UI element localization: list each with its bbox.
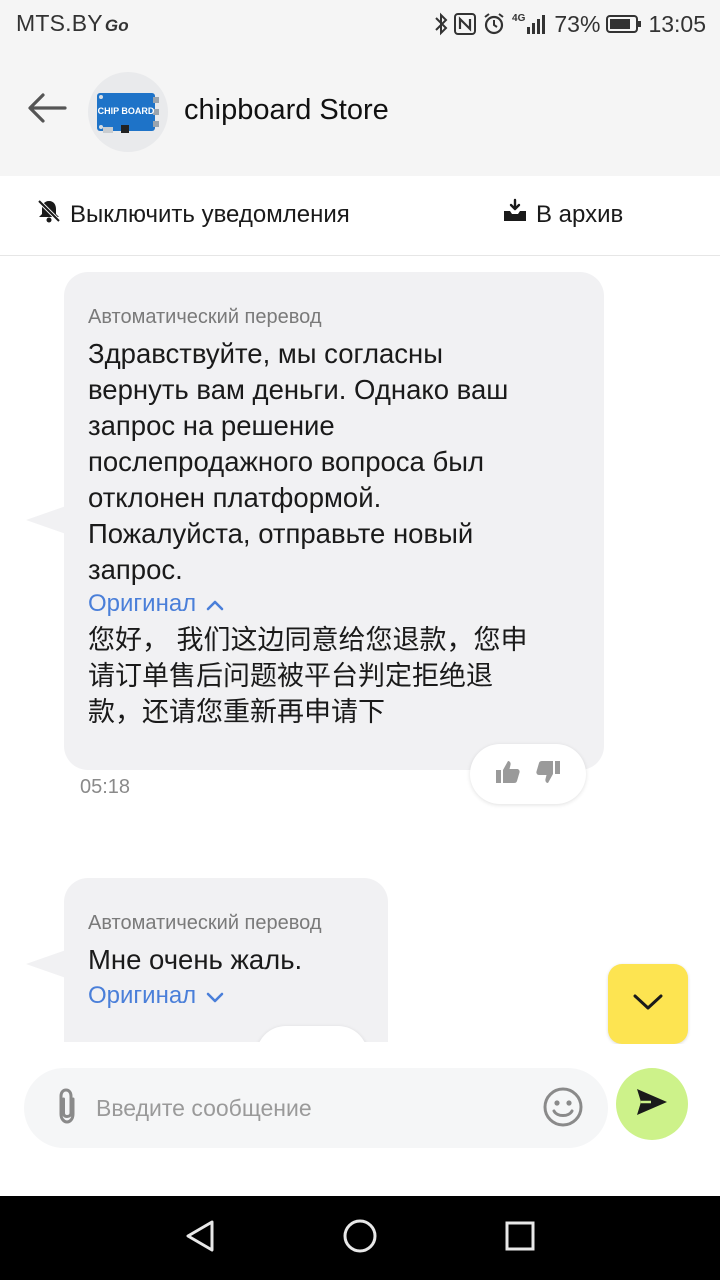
original-link-label: Оригинал <box>88 590 197 617</box>
auto-translate-label: Автоматический перевод <box>88 306 322 328</box>
text-line: запрос. <box>88 554 183 585</box>
message-rating <box>470 744 586 804</box>
emoji-button[interactable] <box>540 1086 586 1132</box>
send-button[interactable] <box>616 1068 688 1140</box>
original-text: 您好， 我们这边同意给您退款，您申 请订单售后问题被平台判定拒绝退 款，还请您重… <box>88 622 528 730</box>
original-toggle[interactable]: Оригинал <box>88 590 224 618</box>
send-icon <box>635 1087 669 1122</box>
chevron-up-icon <box>206 590 224 618</box>
thumbs-up-icon <box>281 1042 305 1043</box>
network-type: 4G <box>512 13 526 24</box>
smiley-icon <box>542 1086 584 1133</box>
thumbs-down-icon <box>319 1042 343 1043</box>
alarm-icon <box>482 12 506 36</box>
message-rating <box>256 1026 368 1042</box>
translated-text: Здравствуйте, мы согласны вернуть вам де… <box>88 336 508 588</box>
arrow-left-icon <box>27 92 67 129</box>
carrier-name: MTS.BY <box>16 10 103 36</box>
thumbs-down-icon <box>535 759 561 790</box>
bubble-tail <box>26 506 66 534</box>
nav-recents-button[interactable] <box>500 1218 540 1258</box>
message-list[interactable]: Автоматический перевод Здравствуйте, мы … <box>0 256 720 1042</box>
original-link-label: Оригинал <box>88 982 197 1009</box>
archive-icon <box>502 198 528 231</box>
bluetooth-icon <box>434 12 448 36</box>
triangle-back-icon <box>184 1219 216 1258</box>
nav-home-button[interactable] <box>340 1218 380 1258</box>
mute-label: Выключить уведомления <box>70 200 350 228</box>
nfc-icon <box>454 13 477 35</box>
store-avatar[interactable]: CHIP BOARD <box>88 72 168 152</box>
chevron-down-icon <box>632 992 664 1017</box>
original-line: 款，还请您重新再申请下 <box>88 697 385 727</box>
original-line: 您好， 我们这边同意给您退款，您申 <box>88 625 528 655</box>
nav-back-button[interactable] <box>180 1218 220 1258</box>
dislike-button[interactable] <box>319 1042 343 1043</box>
battery-percent: 73% <box>554 10 601 37</box>
svg-text:CHIP BOARD: CHIP BOARD <box>98 106 155 116</box>
mute-notifications-button[interactable]: Выключить уведомления <box>36 198 350 231</box>
chip-board-logo: CHIP BOARD <box>97 93 159 133</box>
chat-header: CHIP BOARD chipboard Store <box>0 48 720 176</box>
circle-home-icon <box>342 1218 378 1259</box>
original-toggle[interactable]: Оригинал <box>88 982 224 1010</box>
square-recents-icon <box>504 1220 536 1257</box>
carrier-badge: Go <box>104 16 129 35</box>
status-bar: MTS.BY Go 4G 73% 13:05 <box>0 0 720 48</box>
text-line: запрос на решение <box>88 410 335 441</box>
scroll-to-bottom-button[interactable] <box>608 964 688 1044</box>
signal-icon: 4G <box>512 13 548 35</box>
store-title[interactable]: chipboard Store <box>184 94 389 127</box>
chevron-down-icon <box>206 982 224 1010</box>
dislike-button[interactable] <box>535 759 561 790</box>
incoming-message: Автоматический перевод Мне очень жаль. О… <box>26 878 388 1042</box>
auto-translate-label: Автоматический перевод <box>88 912 322 934</box>
message-input[interactable] <box>96 1084 516 1132</box>
text-line: Здравствуйте, мы согласны <box>88 338 444 369</box>
translated-text: Мне очень жаль. <box>88 942 302 978</box>
battery-icon <box>606 14 642 34</box>
text-line: отклонен платформой. <box>88 482 382 513</box>
carrier-label: MTS.BY Go <box>16 10 129 37</box>
text-line: вернуть вам деньги. Однако ваш <box>88 374 509 405</box>
archive-label: В архив <box>536 200 624 228</box>
system-nav-bar <box>0 1196 720 1280</box>
text-line: Пожалуйста, отправьте новый <box>88 518 474 549</box>
paperclip-icon <box>54 1087 80 1130</box>
like-button[interactable] <box>495 759 521 790</box>
message-time: 05:18 <box>80 776 131 798</box>
attach-button[interactable] <box>46 1086 88 1130</box>
archive-button[interactable]: В архив <box>502 198 623 231</box>
text-line: послепродажного вопроса был <box>88 446 485 477</box>
thumbs-up-icon <box>495 759 521 790</box>
original-line: 请订单售后问题被平台判定拒绝退 <box>88 661 493 691</box>
chat-actions-bar: Выключить уведомления В архив <box>0 176 720 256</box>
composer-bar <box>0 1044 720 1196</box>
text-line: Мне очень жаль. <box>88 944 303 975</box>
back-button[interactable] <box>22 88 72 132</box>
clock: 13:05 <box>648 10 706 37</box>
bell-off-icon <box>36 198 62 231</box>
like-button[interactable] <box>281 1042 305 1043</box>
incoming-message: Автоматический перевод Здравствуйте, мы … <box>26 272 604 770</box>
bubble-tail <box>26 950 66 978</box>
status-icons: 4G 73% 13:05 <box>434 10 706 38</box>
message-field <box>24 1068 608 1148</box>
